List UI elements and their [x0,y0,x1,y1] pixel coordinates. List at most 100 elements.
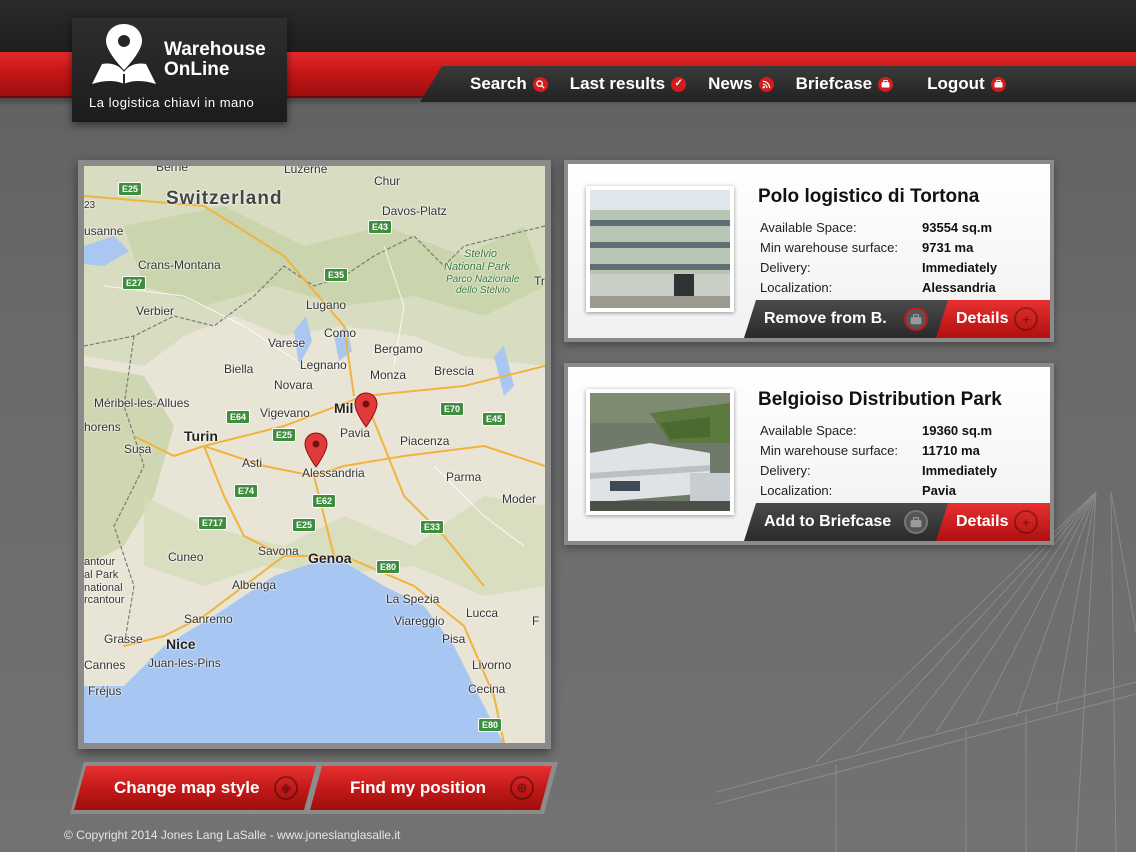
road-label-e80-b: E80 [478,718,503,732]
details-button[interactable]: Details + [936,300,1050,338]
map-label-brescia: Brescia [434,364,475,378]
map-panel: Berne Luzerne Chur Switzerland Davos-Pla… [78,160,551,749]
search-icon [532,76,548,92]
change-map-style-button[interactable]: Change map style ◈ [74,766,316,810]
map-label-stelvio-ds: dello Stelvio [456,285,510,296]
briefcase-icon [878,76,894,92]
map-label-usanne: usanne [84,224,124,238]
map-label-alessandria: Alessandria [302,466,365,480]
field-label: Available Space: [760,423,857,438]
map-pin-icon[interactable] [304,432,328,468]
map-label-verbier: Verbier [136,304,175,318]
brand-tagline: La logistica chiavi in mano [89,95,255,110]
listing-title[interactable]: Belgioiso Distribution Park [758,389,1002,411]
details-button[interactable]: Details + [936,503,1050,541]
map-label-lucca: Lucca [466,606,499,620]
map-label-susa: Susa [124,442,152,456]
road-label-e64: E64 [226,410,251,424]
map-label-berne: Berne [156,166,189,174]
plus-icon: + [1014,307,1038,331]
map-label-monza: Monza [370,368,407,382]
nav-logout[interactable]: Logout [927,74,1006,94]
listing-card: Polo logistico di Tortona Available Spac… [564,160,1054,342]
nav-news[interactable]: News [708,74,774,94]
road-label-e27: E27 [122,276,147,290]
listing-title[interactable]: Polo logistico di Tortona [758,186,979,208]
map-label-juan: Juan-les-Pins [148,656,221,670]
remove-from-briefcase-button[interactable]: Remove from B. [744,300,950,338]
field-label: Delivery: [760,463,811,478]
listing-photo[interactable] [586,186,734,312]
map-label-nice: Nice [166,636,196,652]
map-label-frejus: Fréjus [88,684,122,698]
map-label-como: Como [324,326,357,340]
plus-icon: + [1014,510,1038,534]
map-label-ntour3: national [84,582,123,594]
road-label-e62: E62 [312,494,337,508]
find-my-position-button[interactable]: Find my position ⊕ [310,766,552,810]
road-label-e25-b: E25 [272,428,297,442]
map-label-asti: Asti [242,456,263,470]
map-label-sanremo: Sanremo [184,612,233,626]
field-value: Immediately [922,260,998,275]
nav-briefcase-label: Briefcase [795,74,873,93]
find-my-position-label: Find my position [350,778,486,797]
map-label-bergamo: Bergamo [374,342,423,356]
map-label-varese: Varese [268,336,306,350]
app-logo[interactable]: Warehouse OnLine La logistica chiavi in … [72,18,287,122]
map-label-23: 23 [84,200,96,211]
field-label: Min warehouse surface: [760,443,899,458]
map-label-piacenza: Piacenza [400,434,450,448]
nav-news-label: News [708,74,753,93]
field-value: Pavia [922,483,956,498]
map-label-laspezia: La Spezia [386,592,440,606]
listing-photo[interactable] [586,389,734,515]
nav-search[interactable]: Search [470,74,548,94]
footer-copyright: © Copyright 2014 Jones Lang LaSalle - ww… [64,828,401,842]
map-label-livorno: Livorno [472,658,512,672]
map-label-genoa: Genoa [308,550,352,566]
field-value: 9731 ma [922,240,974,255]
road-label-e25-c: E25 [292,518,317,532]
map-label-legnano: Legnano [300,358,347,372]
briefcase-icon [990,76,1006,92]
map-label-tr: Tr [534,274,545,288]
map-pin-icon[interactable] [354,392,378,428]
map-label-stelvio-np: National Park [444,261,511,273]
road-label-e80: E80 [376,560,401,574]
map-label-grasse: Grasse [104,632,143,646]
main-nav: Search Last results ✓ News Briefcase Log… [470,72,1028,96]
map-label-cecina: Cecina [468,682,506,696]
map-label-pavia: Pavia [340,426,371,440]
road-label-e70: E70 [440,402,465,416]
map-label-ntour4: rcantour [84,594,125,606]
map-pin-book-icon [92,24,156,84]
change-map-style-label: Change map style [114,778,260,797]
map-label-davos: Davos-Platz [382,204,447,218]
add-to-briefcase-label: Add to Briefcase [764,513,892,530]
brand-name-line1: Warehouse [164,39,266,60]
check-icon: ✓ [671,76,687,92]
map-label-thorens: horens [84,420,121,434]
briefcase-icon [904,510,928,534]
nav-briefcase[interactable]: Briefcase [796,74,894,94]
nav-last-results[interactable]: Last results ✓ [570,74,687,94]
map-label-viareggio: Viareggio [394,614,445,628]
map-label-cuneo: Cuneo [168,550,204,564]
field-label: Delivery: [760,260,811,275]
field-value: 11710 ma [922,443,980,458]
map-label-turin: Turin [184,428,218,444]
map-view[interactable]: Berne Luzerne Chur Switzerland Davos-Pla… [84,166,545,743]
map-label-ntour1: antour [84,556,116,568]
distribution-park-photo-image [590,393,730,511]
details-label: Details [956,513,1009,530]
road-label-e33: E33 [420,520,445,534]
field-value: 19360 sq.m [922,423,993,438]
field-label: Localization: [760,483,833,498]
remove-from-briefcase-label: Remove from B. [764,310,887,327]
road-label-e717: E717 [198,516,228,530]
rss-icon [758,76,774,92]
add-to-briefcase-button[interactable]: Add to Briefcase [744,503,950,541]
road-label-e74: E74 [234,484,259,498]
map-label-albenga: Albenga [232,578,277,592]
